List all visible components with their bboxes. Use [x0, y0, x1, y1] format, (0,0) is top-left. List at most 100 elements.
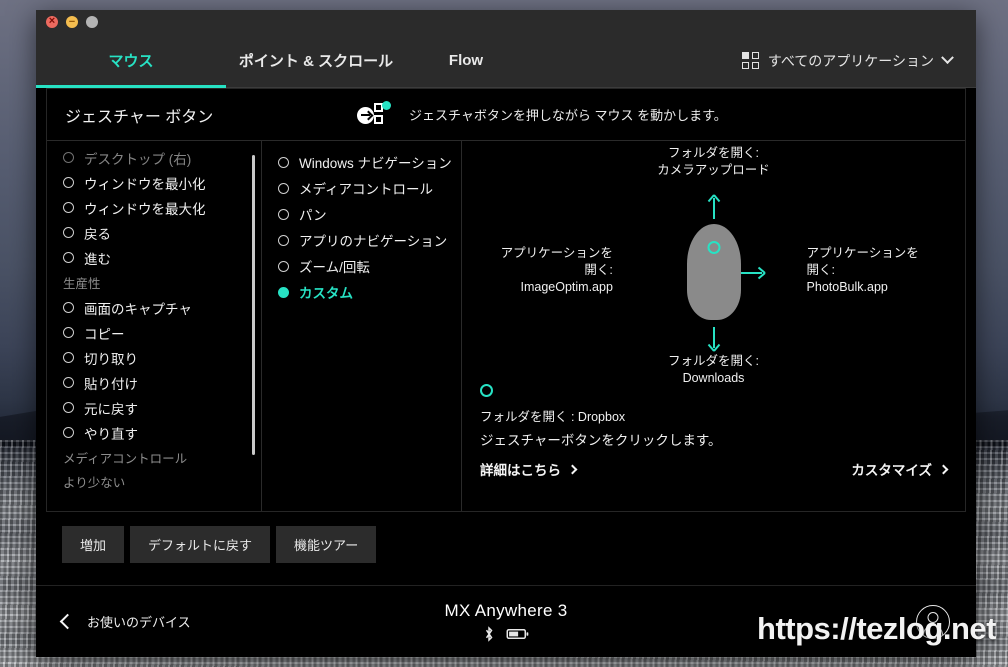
list-item-label: 元に戻す	[84, 401, 138, 417]
list-item[interactable]: アプリのナビゲーション	[262, 227, 461, 253]
device-status-icons	[445, 626, 568, 642]
radio-icon[interactable]	[278, 234, 289, 246]
radio-icon[interactable]	[63, 327, 74, 338]
list-item[interactable]: ウィンドウを最小化	[47, 170, 261, 195]
list-item[interactable]: 切り取り	[47, 345, 261, 370]
radio-icon[interactable]	[278, 260, 289, 272]
tab-point-and-scroll-label: ポイント & スクロール	[238, 53, 394, 70]
back-to-devices-button[interactable]: お使いのデバイス	[36, 612, 191, 631]
list-item[interactable]: 進む	[47, 245, 261, 270]
category-list-middle[interactable]: Windows ナビゲーション メディアコントロール パン アプリのナビゲーショ…	[262, 141, 462, 511]
back-to-devices-label: お使いのデバイス	[87, 615, 191, 630]
device-name: MX Anywhere 3	[444, 601, 568, 620]
list-item-label: パン	[299, 208, 327, 223]
list-item[interactable]: メディアコントロール	[262, 175, 461, 201]
list-item[interactable]: デスクトップ (右)	[47, 145, 261, 170]
add-button[interactable]: 増加	[62, 526, 125, 563]
tab-flow-label: Flow	[448, 52, 484, 69]
customize-link[interactable]: カスタマイズ	[851, 459, 949, 479]
device-info: MX Anywhere 3	[445, 601, 568, 642]
gesture-right-line3: PhotoBulk.app	[806, 280, 888, 294]
radio-icon[interactable]	[63, 402, 74, 413]
arrow-down-icon	[706, 327, 722, 353]
radio-icon[interactable]	[63, 427, 74, 438]
list-item[interactable]: 画面のキャプチャ	[47, 295, 261, 320]
list-item[interactable]: Windows ナビゲーション	[262, 149, 461, 175]
radio-icon[interactable]	[63, 352, 74, 363]
list-item[interactable]: コピー	[47, 320, 261, 345]
gesture-up-line1: フォルダを開く:	[668, 146, 759, 160]
bluetooth-icon	[484, 626, 495, 642]
tab-flow[interactable]: Flow	[406, 34, 526, 87]
account-avatar-icon[interactable]	[916, 604, 950, 639]
radio-icon[interactable]	[63, 177, 74, 188]
show-less-link[interactable]: より少ない	[47, 470, 261, 491]
list-item-label: ウィンドウを最小化	[84, 176, 206, 192]
list-item[interactable]: ズーム/回転	[262, 253, 461, 279]
close-window-button[interactable]	[46, 16, 58, 28]
scroll-wheel-icon	[707, 241, 720, 254]
list-item[interactable]: ウィンドウを最大化	[47, 195, 261, 220]
gesture-up-line2: カメラアップロード	[657, 163, 770, 177]
gesture-right-label: アプリケーションを 開く: PhotoBulk.app	[807, 245, 957, 296]
gesture-down-label: フォルダを開く: Downloads	[668, 353, 759, 387]
radio-icon-selected[interactable]	[278, 286, 289, 298]
panel-body: デスクトップ (右) ウィンドウを最小化 ウィンドウを最大化 戻る 進む 生産性…	[47, 141, 965, 511]
radio-icon[interactable]	[63, 202, 74, 213]
action-button-bar: 増加 デフォルトに戻す 機能ツアー	[46, 512, 966, 563]
list-item-label: 戻る	[84, 226, 111, 242]
grid-icon	[741, 52, 759, 69]
maximize-window-button[interactable]	[86, 16, 98, 28]
radio-icon[interactable]	[63, 302, 74, 313]
chevron-right-icon	[567, 464, 578, 474]
scrollbar-thumb[interactable]	[252, 155, 255, 455]
list-item-custom[interactable]: カスタム	[262, 279, 461, 305]
gesture-left-line3: ImageOptim.app	[520, 280, 613, 294]
tab-mouse-label: マウス	[108, 53, 154, 70]
list-item[interactable]: やり直す	[47, 420, 261, 445]
action-list-left[interactable]: デスクトップ (右) ウィンドウを最小化 ウィンドウを最大化 戻る 進む 生産性…	[47, 141, 262, 511]
gesture-left-line1: アプリケーションを	[500, 246, 613, 260]
group-label-media-control: メディアコントロール	[63, 452, 188, 466]
list-item-label: ウィンドウを最大化	[84, 201, 206, 217]
radio-icon[interactable]	[63, 152, 74, 163]
click-circle-icon	[480, 384, 493, 397]
radio-icon[interactable]	[278, 182, 289, 194]
group-label-productivity: 生産性	[63, 277, 101, 291]
gesture-diagram-panel: フォルダを開く: カメラアップロード アプリケーションを 開く: ImageOp…	[462, 141, 965, 511]
list-item[interactable]: パン	[262, 201, 461, 227]
restore-defaults-button[interactable]: デフォルトに戻す	[130, 526, 271, 563]
gesture-click-action: フォルダを開く : Dropbox	[480, 410, 626, 424]
mouse-illustration	[686, 224, 741, 320]
radio-icon[interactable]	[63, 227, 74, 238]
list-item-label: 画面のキャプチャ	[84, 301, 192, 317]
list-item[interactable]: 戻る	[47, 220, 261, 245]
list-item[interactable]: 元に戻す	[47, 395, 261, 420]
panel-description: ジェスチャボタンを押しながら マウス を動かします。	[409, 108, 727, 123]
list-item-label: ズーム/回転	[299, 260, 370, 275]
gesture-left-line2: 開く:	[584, 263, 613, 277]
gesture-down-line1: フォルダを開く:	[668, 354, 759, 368]
feature-tour-button[interactable]: 機能ツアー	[276, 526, 377, 563]
gesture-right-line2: 開く:	[806, 263, 836, 277]
gesture-click-block: フォルダを開く : Dropbox ジェスチャーボタンをクリックします。	[480, 384, 722, 449]
minimize-window-button[interactable]	[66, 16, 78, 28]
radio-icon[interactable]	[278, 156, 289, 168]
gesture-click-hint: ジェスチャーボタンをクリックします。	[480, 433, 722, 448]
list-item-label: コピー	[84, 326, 125, 342]
list-item-label: 切り取り	[84, 351, 138, 367]
list-item-label: 貼り付け	[84, 376, 138, 392]
tab-mouse[interactable]: マウス	[36, 34, 226, 88]
panel-title: ジェスチャー ボタン	[65, 108, 214, 126]
radio-icon[interactable]	[63, 252, 74, 263]
tab-bar: マウス ポイント & スクロール Flow すべてのアプリケーション	[36, 34, 976, 88]
radio-icon[interactable]	[63, 377, 74, 388]
application-filter-dropdown[interactable]: すべてのアプリケーション	[741, 34, 976, 87]
gesture-button-icon	[357, 100, 391, 129]
learn-more-link[interactable]: 詳細はこちら	[480, 459, 578, 479]
list-item-label: アプリのナビゲーション	[299, 234, 448, 249]
radio-icon[interactable]	[278, 208, 289, 220]
list-item-label: デスクトップ (右)	[84, 151, 192, 167]
list-item[interactable]: 貼り付け	[47, 370, 261, 395]
tab-point-and-scroll[interactable]: ポイント & スクロール	[226, 34, 406, 87]
